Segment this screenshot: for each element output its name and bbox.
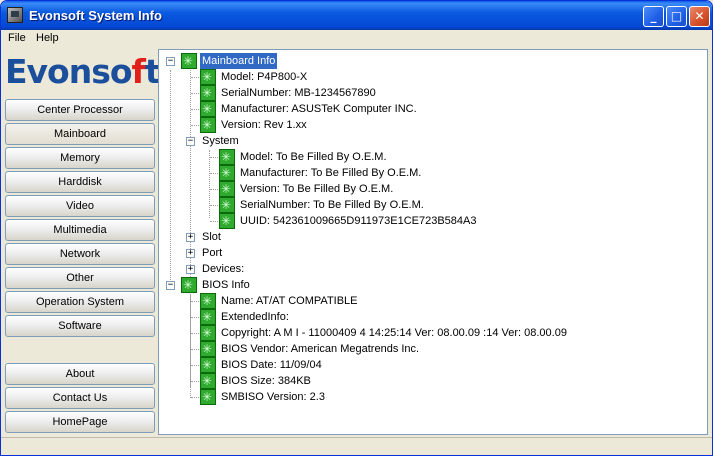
- node-icon: [219, 197, 235, 213]
- expand-toggle[interactable]: +: [186, 265, 195, 274]
- info-tree[interactable]: − Mainboard Info Model: P4P800-X SerialN…: [158, 49, 708, 435]
- node-icon: [200, 373, 216, 389]
- nav-memory-button[interactable]: Memory: [5, 147, 155, 169]
- nav-software-button[interactable]: Software: [5, 315, 155, 337]
- node-icon: [219, 181, 235, 197]
- node-icon: [200, 101, 216, 117]
- nav-center-processor-button[interactable]: Center Processor: [5, 99, 155, 121]
- collapse-toggle[interactable]: −: [186, 137, 195, 146]
- node-icon: [200, 389, 216, 405]
- node-icon: [181, 277, 197, 293]
- nav-mainboard-button[interactable]: Mainboard: [5, 123, 155, 145]
- window-title: Evonsoft System Info: [29, 8, 162, 23]
- homepage-button[interactable]: HomePage: [5, 411, 155, 433]
- about-button[interactable]: About: [5, 363, 155, 385]
- title-bar[interactable]: Evonsoft System Info _ □ ✕: [1, 1, 712, 30]
- status-bar: [1, 437, 712, 455]
- node-icon: [219, 149, 235, 165]
- node-icon: [219, 213, 235, 229]
- expand-toggle[interactable]: +: [186, 249, 195, 258]
- minimize-icon: _: [650, 9, 657, 23]
- maximize-button[interactable]: □: [666, 6, 687, 27]
- node-icon: [181, 53, 197, 69]
- tree-line: [170, 70, 171, 284]
- nav-operation-system-button[interactable]: Operation System: [5, 291, 155, 313]
- node-icon: [200, 85, 216, 101]
- node-icon: [200, 325, 216, 341]
- sidebar: Evonsoft Center Processor Mainboard Memo…: [1, 48, 161, 436]
- tree-line: [190, 294, 191, 398]
- close-icon: ✕: [694, 9, 705, 23]
- nav-video-button[interactable]: Video: [5, 195, 155, 217]
- menu-bar: File Help: [1, 30, 712, 48]
- computer-icon[interactable]: [7, 7, 23, 23]
- nav-network-button[interactable]: Network: [5, 243, 155, 265]
- expand-toggle[interactable]: +: [186, 233, 195, 242]
- node-icon: [200, 309, 216, 325]
- tree-line: [209, 150, 210, 218]
- app-window: Evonsoft System Info _ □ ✕ File Help Evo…: [0, 0, 713, 456]
- nav-harddisk-button[interactable]: Harddisk: [5, 171, 155, 193]
- minimize-button[interactable]: _: [643, 6, 664, 27]
- node-icon: [200, 117, 216, 133]
- node-icon: [200, 293, 216, 309]
- maximize-icon: □: [670, 9, 683, 23]
- node-icon: [200, 341, 216, 357]
- evonsoft-logo: Evonsoft: [5, 52, 161, 91]
- close-button[interactable]: ✕: [689, 6, 710, 27]
- menu-file[interactable]: File: [8, 32, 26, 44]
- nav-multimedia-button[interactable]: Multimedia: [5, 219, 155, 241]
- contact-us-button[interactable]: Contact Us: [5, 387, 155, 409]
- menu-help[interactable]: Help: [36, 32, 59, 44]
- node-icon: [200, 69, 216, 85]
- node-icon: [219, 165, 235, 181]
- node-icon: [200, 357, 216, 373]
- collapse-toggle[interactable]: −: [166, 281, 175, 290]
- nav-other-button[interactable]: Other: [5, 267, 155, 289]
- collapse-toggle[interactable]: −: [166, 57, 175, 66]
